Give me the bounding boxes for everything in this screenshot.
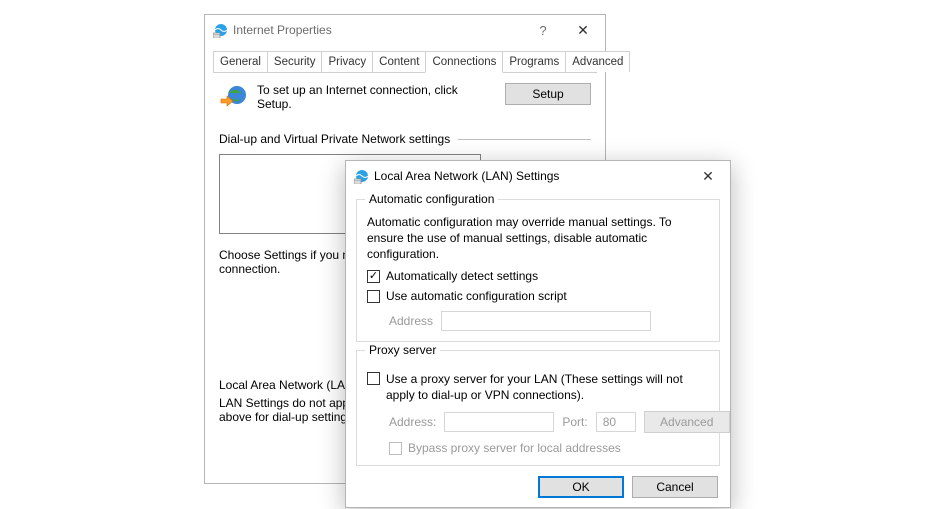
auto-detect-label: Automatically detect settings [386, 269, 538, 283]
setup-button[interactable]: Setup [505, 83, 591, 105]
close-button[interactable]: ✕ [688, 168, 728, 185]
titlebar: Internet Properties ? ✕ [205, 15, 605, 45]
tab-programs[interactable]: Programs [502, 51, 566, 72]
proxy-address-label: Address: [389, 415, 436, 429]
tab-security[interactable]: Security [267, 51, 323, 72]
internet-options-icon [354, 168, 370, 184]
dialup-header: Dial-up and Virtual Private Network sett… [219, 132, 450, 146]
auto-script-label: Use automatic configuration script [386, 289, 567, 303]
bypass-local-label: Bypass proxy server for local addresses [408, 441, 621, 455]
script-address-input [441, 311, 651, 331]
use-proxy-checkbox[interactable] [367, 372, 380, 385]
tab-content[interactable]: Content [372, 51, 426, 72]
cancel-button[interactable]: Cancel [632, 476, 718, 498]
proxy-port-input [596, 412, 636, 432]
group-legend: Proxy server [365, 343, 440, 357]
proxy-server-group: Proxy server Use a proxy server for your… [356, 350, 720, 466]
script-address-label: Address [389, 314, 433, 328]
auto-script-checkbox[interactable] [367, 290, 380, 303]
tab-connections[interactable]: Connections [425, 51, 503, 73]
proxy-address-input [444, 412, 554, 432]
use-proxy-label: Use a proxy server for your LAN (These s… [386, 371, 709, 403]
tab-strip: General Security Privacy Content Connect… [213, 51, 597, 73]
proxy-port-label: Port: [562, 415, 587, 429]
lan-settings-dialog: Local Area Network (LAN) Settings ✕ Auto… [345, 160, 731, 508]
close-button[interactable]: ✕ [563, 22, 603, 39]
group-legend: Automatic configuration [365, 192, 498, 206]
tab-general[interactable]: General [213, 51, 268, 72]
tab-advanced[interactable]: Advanced [565, 51, 630, 72]
tab-privacy[interactable]: Privacy [321, 51, 373, 72]
ok-button[interactable]: OK [538, 476, 624, 498]
titlebar: Local Area Network (LAN) Settings ✕ [346, 161, 730, 191]
setup-description: To set up an Internet connection, click … [257, 83, 497, 111]
divider [458, 139, 591, 140]
globe-arrow-icon [219, 83, 249, 116]
bypass-local-checkbox [389, 442, 402, 455]
help-button[interactable]: ? [523, 23, 563, 38]
auto-config-description: Automatic configuration may override man… [367, 214, 709, 263]
dialog-footer: OK Cancel [346, 466, 730, 508]
dialog-title: Internet Properties [229, 23, 523, 37]
auto-detect-checkbox[interactable] [367, 270, 380, 283]
dialog-title: Local Area Network (LAN) Settings [370, 169, 688, 183]
automatic-configuration-group: Automatic configuration Automatic config… [356, 199, 720, 342]
internet-options-icon [213, 22, 229, 38]
advanced-button: Advanced [644, 411, 730, 433]
